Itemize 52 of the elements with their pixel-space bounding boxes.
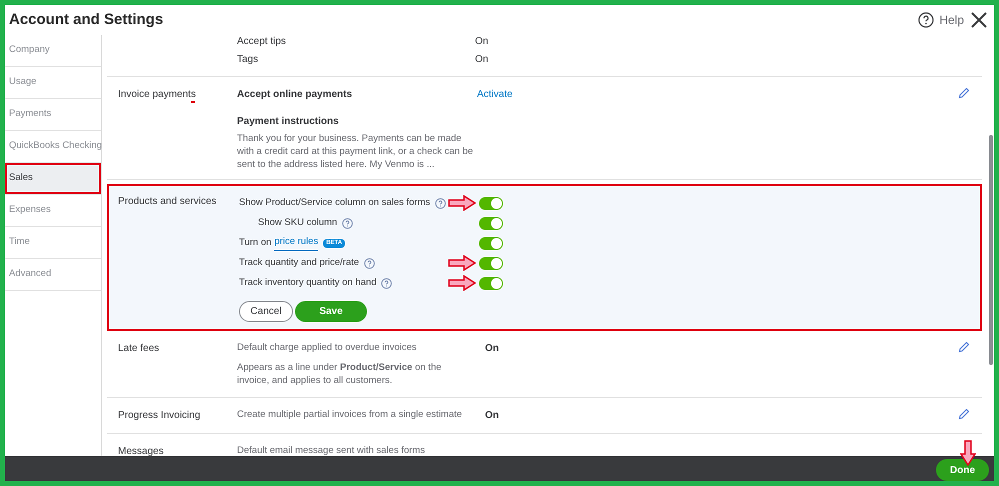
- setting-value: On: [475, 52, 488, 66]
- save-button[interactable]: Save: [295, 301, 367, 322]
- activate-link[interactable]: Activate: [477, 87, 513, 102]
- setting-label: Track quantity and price/rate: [239, 256, 360, 270]
- setting-description: Default charge applied to overdue invoices: [237, 341, 417, 355]
- section-title: Progress Invoicing: [118, 410, 200, 422]
- instructions-text: Thank you for your business. Payments can be made with a credit card at this payment link, or a check can be sent to the address listed here. My Venmo is ...: [237, 132, 474, 171]
- pencil-icon[interactable]: [958, 341, 970, 353]
- help-icon[interactable]: [342, 218, 354, 228]
- setting-value: On: [475, 35, 488, 48]
- sidebar-item[interactable]: Expenses: [5, 195, 101, 227]
- setting-note: Appears as a line under Product/Service on the invoice, and applies to all customers.: [237, 361, 442, 388]
- section-title: Invoice payments: [118, 89, 196, 100]
- toggle-switch[interactable]: [479, 276, 503, 290]
- setting-description: Create multiple partial invoices from a single estimate: [237, 408, 462, 422]
- sidebar-item[interactable]: Payments: [5, 99, 101, 131]
- price-rules-link[interactable]: price rules: [274, 235, 318, 251]
- subheading: Payment instructions: [237, 115, 340, 129]
- sidebar-item[interactable]: Advanced: [5, 259, 101, 291]
- pencil-icon[interactable]: [958, 87, 970, 99]
- setting-description: Default email message sent with sales forms: [237, 444, 425, 456]
- help-icon[interactable]: [381, 278, 392, 288]
- setting-label: Turn on: [239, 236, 272, 250]
- setting-label: Track inventory quantity on hand: [239, 276, 376, 290]
- help-icon: [918, 12, 934, 28]
- section-title: Products and services: [117, 195, 218, 209]
- done-button[interactable]: Done: [936, 459, 989, 481]
- close-icon[interactable]: [970, 11, 988, 29]
- setting-label: Accept tips: [237, 35, 287, 48]
- setting-value: On: [485, 342, 499, 356]
- pencil-icon[interactable]: [958, 408, 970, 420]
- setting-label: Show Product/Service column on sales forms: [239, 196, 430, 210]
- window-title: Account and Settings: [9, 10, 164, 30]
- setting-label: Tags: [237, 52, 260, 66]
- help-button[interactable]: Help: [918, 11, 964, 29]
- toggle-switch[interactable]: [479, 216, 503, 230]
- setting-label: Accept online payments: [237, 88, 354, 102]
- section-title: Messages: [118, 446, 164, 456]
- setting-value: On: [485, 409, 499, 424]
- sidebar-item[interactable]: Sales: [5, 163, 101, 195]
- sidebar-item[interactable]: Time: [5, 227, 101, 259]
- section-title: Late fees: [118, 343, 160, 354]
- setting-label: Show SKU column: [258, 216, 338, 230]
- sidebar-item[interactable]: Company: [5, 35, 101, 67]
- help-icon[interactable]: [435, 198, 446, 208]
- toggle-switch[interactable]: [479, 196, 503, 210]
- toggle-switch[interactable]: [479, 236, 503, 250]
- help-icon[interactable]: [364, 258, 376, 268]
- annotation-mark: [191, 101, 195, 103]
- toggle-switch[interactable]: [479, 256, 503, 270]
- sidebar-item[interactable]: Usage: [5, 67, 101, 99]
- cancel-button[interactable]: Cancel: [239, 301, 293, 322]
